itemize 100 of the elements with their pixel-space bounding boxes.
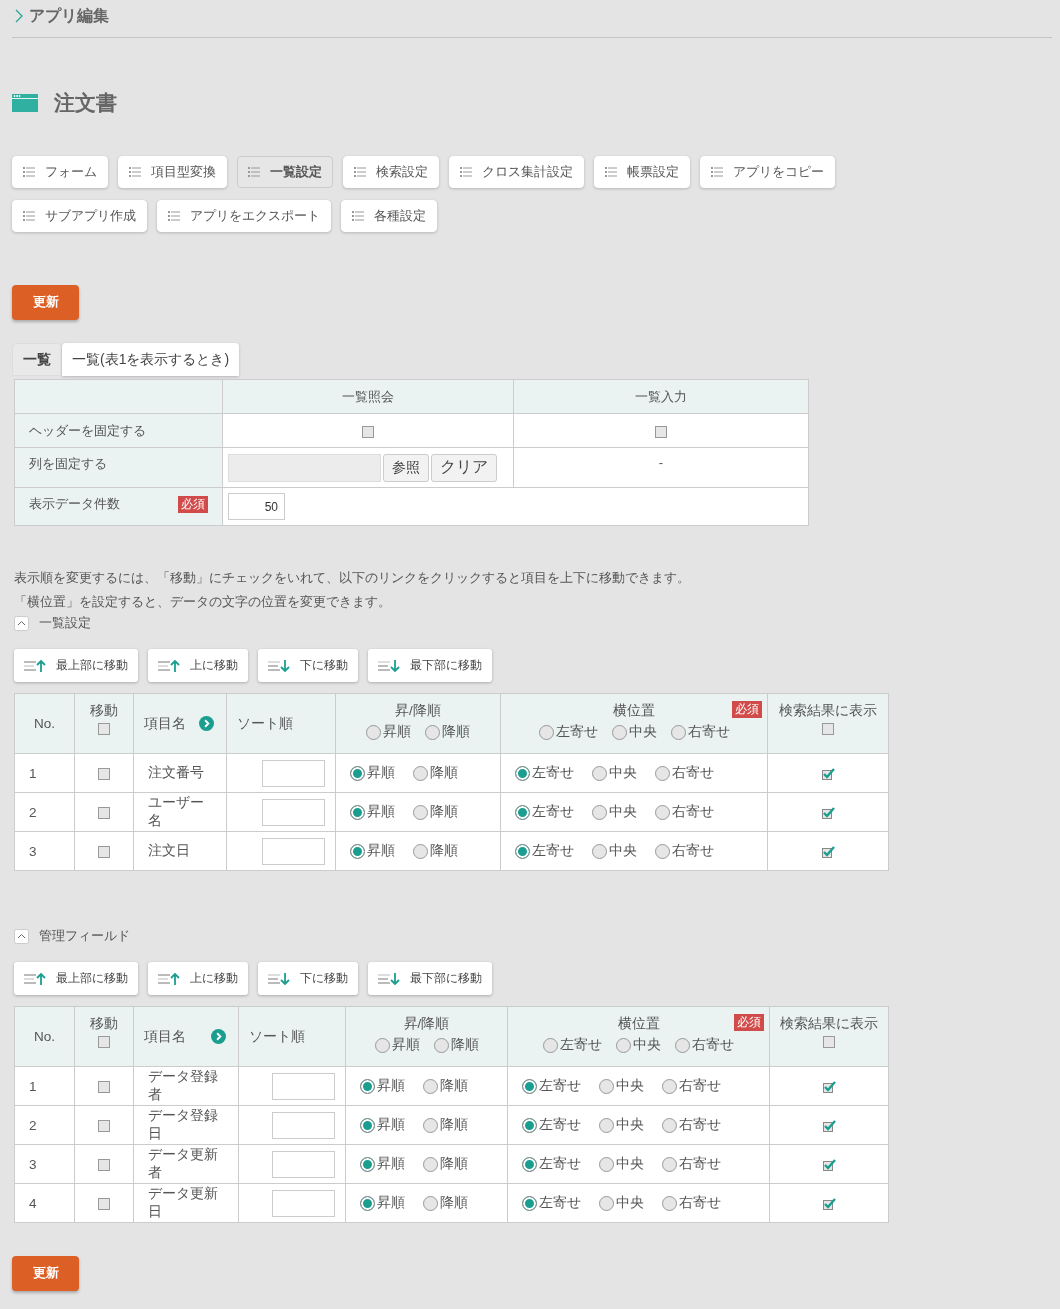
radio-button[interactable] [425,724,440,740]
checkbox[interactable] [98,845,110,858]
menu-button[interactable]: サブアプリ作成 [12,200,147,232]
update-button[interactable]: 更新 [12,1256,79,1291]
radio-button[interactable] [522,1156,537,1172]
radio-button[interactable] [360,1078,375,1094]
checkbox[interactable] [822,1197,836,1210]
move-button[interactable]: 下に移動 [258,649,358,682]
sort-field[interactable] [262,798,325,826]
checkbox[interactable] [823,1036,835,1048]
clear-button[interactable]: クリア [431,453,497,482]
radio-button[interactable] [515,765,530,781]
checkbox[interactable] [822,1158,836,1171]
radio-button[interactable] [592,765,607,781]
checkbox[interactable] [98,723,110,735]
checkbox[interactable] [821,806,835,819]
radio-button[interactable] [592,843,607,859]
radio-button[interactable] [522,1078,537,1094]
checkbox[interactable] [98,767,110,780]
checkbox[interactable] [822,723,834,735]
checkbox[interactable] [822,1119,836,1132]
radio-button[interactable] [599,1078,614,1094]
radio-button[interactable] [662,1156,677,1172]
radio-button[interactable] [515,804,530,820]
move-button[interactable]: 最上部に移動 [14,649,138,682]
radio-button[interactable] [599,1195,614,1211]
radio-button[interactable] [374,1037,390,1053]
checkbox[interactable] [98,1036,110,1048]
arrow-right-circle-icon[interactable] [211,1029,226,1044]
move-button[interactable]: 最上部に移動 [14,962,138,995]
checkbox[interactable] [98,1158,110,1171]
radio-button[interactable] [350,765,365,781]
menu-button[interactable]: アプリをコピー [700,156,835,188]
sort-field[interactable] [262,759,325,787]
radio-button[interactable] [599,1156,614,1172]
arrow-right-circle-icon[interactable] [199,716,214,731]
tab[interactable]: 一覧(表1を表示するとき) [62,343,240,376]
menu-button[interactable]: 検索設定 [343,156,439,188]
radio-button[interactable] [360,1195,375,1211]
collapse-icon[interactable] [14,615,29,631]
sort-field[interactable] [272,1072,335,1100]
radio-button[interactable] [616,1037,631,1053]
checkbox[interactable] [655,425,667,438]
count-field[interactable]: 50 [228,493,285,520]
checkbox[interactable] [98,1080,110,1093]
collapse-icon[interactable] [14,928,29,944]
radio-button[interactable] [522,1117,537,1133]
column-field[interactable] [228,453,381,482]
radio-button[interactable] [423,1078,438,1094]
radio-button[interactable] [662,1078,677,1094]
radio-button[interactable] [655,843,670,859]
radio-button[interactable] [413,804,428,820]
radio-button[interactable] [350,843,365,859]
radio-button[interactable] [433,1037,449,1053]
radio-button[interactable] [515,843,530,859]
sort-field[interactable] [262,837,325,865]
radio-button[interactable] [423,1156,438,1172]
menu-button[interactable]: 帳票設定 [594,156,690,188]
radio-button[interactable] [522,1195,537,1211]
radio-button[interactable] [611,724,627,740]
checkbox[interactable] [98,1197,110,1210]
sort-field[interactable] [272,1189,335,1217]
tab[interactable]: 一覧 [12,343,62,376]
sort-field[interactable] [272,1150,335,1178]
checkbox[interactable] [98,806,110,819]
menu-button[interactable]: フォーム [12,156,108,188]
menu-button[interactable]: クロス集計設定 [449,156,584,188]
radio-button[interactable] [655,804,670,820]
sort-field[interactable] [272,1111,335,1139]
checkbox[interactable] [362,425,374,438]
radio-button[interactable] [423,1117,438,1133]
update-button[interactable]: 更新 [12,285,79,320]
radio-button[interactable] [413,765,428,781]
radio-button[interactable] [670,724,686,740]
radio-button[interactable] [662,1195,677,1211]
radio-button[interactable] [360,1156,375,1172]
radio-button[interactable] [360,1117,375,1133]
menu-button[interactable]: 一覧設定 [237,156,333,188]
radio-button[interactable] [538,724,554,740]
checkbox[interactable] [821,845,835,858]
radio-button[interactable] [675,1037,690,1053]
radio-button[interactable] [599,1117,614,1133]
radio-button[interactable] [366,724,381,740]
move-button[interactable]: 下に移動 [258,962,358,995]
radio-button[interactable] [413,843,428,859]
menu-button[interactable]: 項目型変換 [118,156,227,188]
radio-button[interactable] [350,804,365,820]
browse-button[interactable]: 参照 [383,453,429,482]
radio-button[interactable] [662,1117,677,1133]
checkbox[interactable] [822,1080,836,1093]
move-button[interactable]: 上に移動 [148,962,248,995]
radio-button[interactable] [543,1037,558,1053]
move-button[interactable]: 最下部に移動 [368,649,492,682]
radio-button[interactable] [592,804,607,820]
move-button[interactable]: 最下部に移動 [368,962,492,995]
move-button[interactable]: 上に移動 [148,649,248,682]
radio-button[interactable] [655,765,670,781]
menu-button[interactable]: アプリをエクスポート [157,200,331,232]
menu-button[interactable]: 各種設定 [341,200,437,232]
checkbox[interactable] [98,1119,110,1132]
